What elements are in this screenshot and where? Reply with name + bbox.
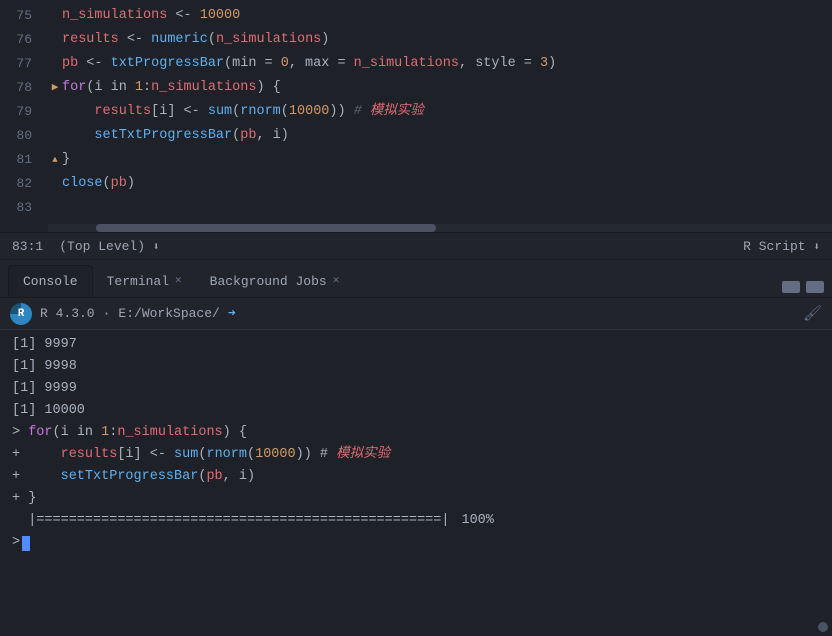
cursor-position: 83:1: [12, 239, 43, 254]
code-line-83: 83: [0, 196, 832, 220]
panel-area: Console Terminal ✕ Background Jobs ✕ R R…: [0, 260, 832, 636]
editor-scrollbar[interactable]: [48, 224, 832, 232]
tab-bar: Console Terminal ✕ Background Jobs ✕: [0, 260, 832, 298]
console-output[interactable]: [1] 9997 [1] 9998 [1] 9999 [1] 10000 > f…: [0, 330, 832, 636]
maximize-button[interactable]: [806, 281, 824, 293]
code-line-76: 76 results <- numeric(n_simulations): [0, 28, 832, 52]
r-version: R 4.3.0: [40, 306, 95, 321]
code-line-77: 77 pb <- txtProgressBar(min = 0, max = n…: [0, 52, 832, 76]
output-results-line: + results[i] <- sum(rnorm(10000)) # 模拟实验: [12, 444, 820, 466]
workspace-path: E:/WorkSpace/: [118, 306, 219, 321]
tab-terminal[interactable]: Terminal ✕: [93, 265, 196, 297]
clear-console-button[interactable]: 🖌: [803, 304, 822, 323]
output-setpb-line: + setTxtProgressBar(pb, i): [12, 466, 820, 488]
cursor-block: [22, 536, 30, 551]
output-close-brace: + }: [12, 488, 820, 510]
code-line-75: 75 n_simulations <- 10000: [0, 4, 832, 28]
minimize-button[interactable]: [782, 281, 800, 293]
output-line-9998: [1] 9998: [12, 356, 820, 378]
output-for-cmd: > for(i in 1:n_simulations) {: [12, 422, 820, 444]
tab-console-label: Console: [23, 274, 78, 289]
tab-background-jobs-close[interactable]: ✕: [333, 276, 340, 287]
r-logo: R: [10, 303, 32, 325]
path-arrow[interactable]: ➜: [228, 306, 236, 321]
code-line-81: 81 ▲ }: [0, 148, 832, 172]
code-lines: 75 n_simulations <- 10000 76 results <- …: [0, 0, 832, 224]
panel-controls: [782, 281, 824, 297]
tab-background-jobs[interactable]: Background Jobs ✕: [196, 265, 354, 297]
tab-terminal-label: Terminal: [107, 274, 169, 289]
status-bar: 83:1 (Top Level) ⬇ R Script ⬇: [0, 232, 832, 260]
scroll-indicator: [818, 622, 828, 632]
code-level: (Top Level) ⬇: [59, 239, 159, 254]
editor-area: 75 n_simulations <- 10000 76 results <- …: [0, 0, 832, 260]
output-line-9999: [1] 9999: [12, 378, 820, 400]
code-line-82: 82 close(pb): [0, 172, 832, 196]
code-line-78: 78 ▶ for(i in 1:n_simulations) {: [0, 76, 832, 100]
separator: ·: [103, 306, 111, 321]
editor-scrollbar-thumb[interactable]: [96, 224, 436, 232]
console-prompt: >: [12, 532, 20, 554]
file-type: R Script ⬇: [743, 239, 820, 254]
code-line-79: 79 results[i] <- sum(rnorm(10000)) # 模拟实…: [0, 100, 832, 124]
tab-terminal-close[interactable]: ✕: [175, 276, 182, 287]
progress-bar-line: |=======================================…: [12, 510, 820, 532]
console-header: R R 4.3.0 · E:/WorkSpace/ ➜ 🖌: [0, 298, 832, 330]
code-line-80: 80 setTxtProgressBar(pb, i): [0, 124, 832, 148]
tab-console[interactable]: Console: [8, 265, 93, 297]
output-line-9997: [1] 9997: [12, 334, 820, 356]
tab-background-jobs-label: Background Jobs: [210, 274, 327, 289]
output-line-10000: [1] 10000: [12, 400, 820, 422]
console-prompt-line: >: [12, 532, 820, 554]
